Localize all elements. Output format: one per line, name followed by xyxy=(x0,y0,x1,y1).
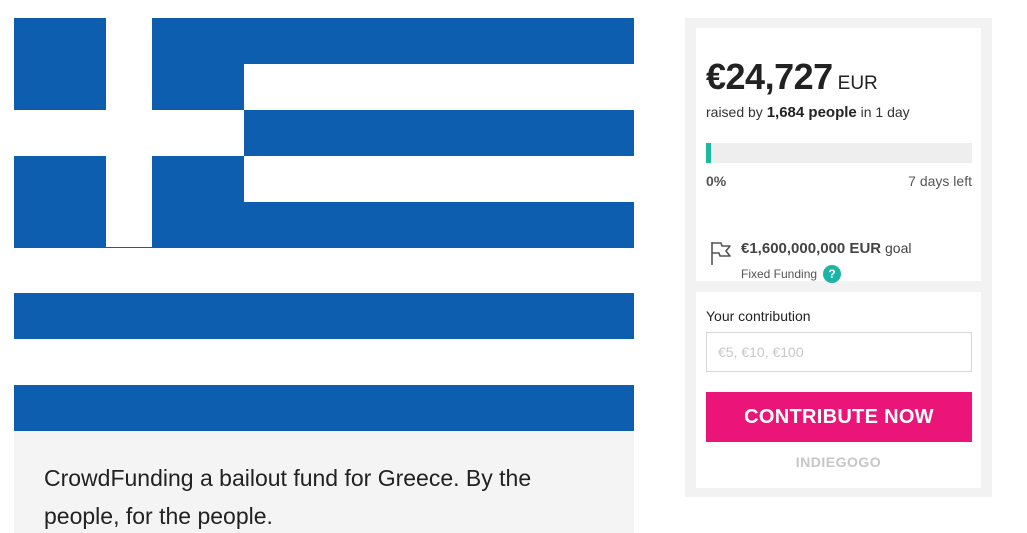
flag-cross-horizontal xyxy=(14,110,244,156)
campaign-description-box: CrowdFunding a bailout fund for Greece. … xyxy=(14,431,634,533)
goal-label: goal xyxy=(885,240,912,256)
percent-funded: 0% xyxy=(706,173,727,189)
amount-raised: €24,727 xyxy=(706,56,833,97)
goal-amount: €1,600,000,000 EUR xyxy=(741,240,882,257)
contribute-now-button[interactable]: CONTRIBUTE NOW xyxy=(706,392,972,442)
progress-fill xyxy=(706,143,712,163)
amount-currency: EUR xyxy=(837,73,878,94)
funding-panel: €24,727 EUR raised by 1,684 people in 1 … xyxy=(685,18,992,497)
flag-stripe xyxy=(14,293,634,339)
funding-type: Fixed Funding xyxy=(741,267,818,281)
funding-goal: €1,600,000,000 EUR goal xyxy=(741,240,911,257)
flag-icon xyxy=(709,240,733,266)
raised-prefix: raised by xyxy=(706,104,763,120)
indiegogo-brand: INDIEGOGO xyxy=(795,454,882,470)
campaign-description: CrowdFunding a bailout fund for Greece. … xyxy=(44,465,532,529)
amount-raised-row: €24,727 EUR xyxy=(706,56,878,98)
help-icon[interactable]: ? xyxy=(823,265,842,283)
campaign-image-greek-flag xyxy=(14,18,634,431)
raised-by-text: raised by 1,684 people in 1 day xyxy=(706,104,910,121)
days-left: 7 days left xyxy=(908,173,972,189)
contribution-input[interactable] xyxy=(706,332,972,372)
flag-stripe xyxy=(14,385,634,431)
funding-summary-card: €24,727 EUR raised by 1,684 people in 1 … xyxy=(696,28,981,283)
funding-type-row: Fixed Funding ? xyxy=(741,265,842,283)
raised-duration: in 1 day xyxy=(860,104,910,120)
contribution-label: Your contribution xyxy=(706,308,811,324)
progress-bar xyxy=(706,143,972,163)
contribution-card: Your contribution CONTRIBUTE NOW INDIEGO… xyxy=(696,292,981,488)
backer-count: 1,684 people xyxy=(766,104,857,121)
